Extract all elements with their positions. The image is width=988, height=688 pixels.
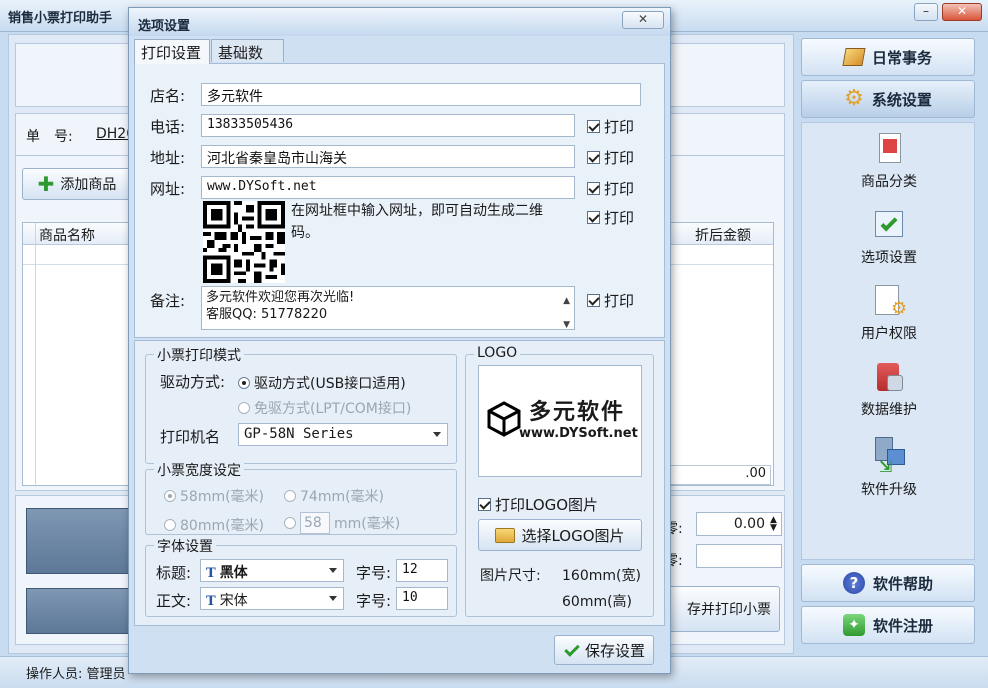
body-size-input[interactable]: 10 — [396, 587, 448, 610]
main-close-button[interactable]: ✕ — [942, 3, 982, 21]
notebook-icon — [842, 48, 866, 66]
operator-info: 操作人员: 管理员 — [26, 667, 126, 682]
printer-name-label: 打印机名 — [160, 428, 221, 446]
body-font-select[interactable]: T 宋体 — [200, 587, 344, 610]
phone-input[interactable]: 13833505436 — [201, 114, 575, 137]
dialog-title-bar: 选项设置 ✕ — [129, 8, 670, 36]
data-maintenance-icon — [871, 359, 907, 395]
choose-logo-button[interactable]: 选择LOGO图片 — [478, 519, 642, 551]
print-logo-checkbox[interactable]: 打印LOGO图片 — [478, 494, 598, 515]
width-58-radio[interactable]: 58mm(毫米) — [164, 486, 264, 506]
folder-icon — [495, 527, 516, 543]
discount-spinner-icon[interactable]: ▲ ▼ — [770, 516, 777, 533]
change-display — [26, 588, 136, 634]
printer-select[interactable]: GP-58N Series — [238, 423, 448, 446]
website-input[interactable]: www.DYSoft.net — [201, 176, 575, 199]
custom-width-input[interactable]: 58 — [300, 512, 330, 534]
title-font-select[interactable]: T 黑体 — [200, 559, 344, 582]
store-name-label: 店名: — [150, 87, 186, 105]
print-note-checkbox[interactable]: 打印 — [587, 290, 634, 311]
note-textarea[interactable]: 多元软件欢迎您再次光临! 客服QQ: 51778220 ▲ ▼ — [201, 286, 575, 330]
driverless-mode-radio[interactable]: 免驱方式(LPT/COM接口) — [238, 398, 411, 418]
gear-icon: ⚙ — [844, 86, 864, 111]
help-icon: ? — [842, 572, 865, 594]
change-input[interactable] — [696, 544, 782, 568]
chevron-down-icon — [329, 568, 337, 573]
total-display — [26, 508, 136, 574]
help-button[interactable]: ? 软件帮助 — [801, 564, 975, 602]
options-item[interactable]: 选项设置 — [802, 207, 976, 267]
website-label: 网址: — [150, 180, 186, 198]
order-number-label: 单 号: — [26, 129, 73, 145]
title-font-label: 标题: — [156, 564, 192, 582]
address-input[interactable]: 河北省秦皇岛市山海关 — [201, 145, 575, 168]
category-item[interactable]: 商品分类 — [802, 131, 976, 191]
logo-preview: 多元软件 www.DYSoft.net — [478, 365, 642, 477]
register-button[interactable]: ✦ 软件注册 — [801, 606, 975, 644]
note-scroll-icon[interactable]: ▲ ▼ — [563, 289, 570, 337]
qr-code-image — [203, 201, 285, 283]
print-address-checkbox[interactable]: 打印 — [587, 147, 634, 168]
font-settings-group: 字体设置 标题: T 黑体 字号: 12 正文: T 宋体 字号: 10 — [145, 536, 457, 617]
driver-mode-radio[interactable]: 驱动方式(USB接口适用) — [238, 373, 406, 393]
daily-tasks-button[interactable]: 日常事务 — [801, 38, 975, 76]
register-icon: ✦ — [842, 614, 865, 636]
chevron-down-icon — [433, 432, 441, 437]
dialog-title: 选项设置 — [138, 19, 191, 34]
save-and-print-button[interactable]: 存并打印小票 — [664, 586, 780, 632]
app-title: 销售小票打印助手 — [8, 11, 113, 26]
truetype-icon: T — [206, 566, 216, 581]
options-icon — [871, 207, 907, 243]
cube-logo-icon — [487, 401, 521, 437]
logo-size-label: 图片尺寸: — [480, 568, 541, 584]
truetype-icon: T — [206, 594, 216, 609]
logo-text-en: www.DYSoft.net — [519, 426, 638, 441]
width-74-radio[interactable]: 74mm(毫米) — [284, 486, 384, 506]
upgrade-icon: ⇲ — [871, 435, 907, 476]
category-icon — [871, 131, 907, 167]
phone-label: 电话: — [150, 118, 186, 136]
logo-group: LOGO 多元软件 www.DYSoft.net 打印LOGO图片 选择LOGO… — [465, 345, 654, 617]
column-header-amount: 折后金额 — [695, 228, 751, 244]
width-custom-radio[interactable]: 58 mm(毫米) — [284, 512, 400, 534]
side-menu: 日常事务 ⚙ 系统设置 商品分类 选项设置 ⚙ 用户权限 数据维护 ⇲ 软件升级… — [797, 34, 979, 654]
driver-mode-label: 驱动方式: — [160, 373, 226, 391]
print-website-checkbox[interactable]: 打印 — [587, 178, 634, 199]
print-qr-checkbox[interactable]: 打印 — [587, 207, 634, 228]
settings-submenu: 商品分类 选项设置 ⚙ 用户权限 数据维护 ⇲ 软件升级 — [801, 122, 975, 560]
system-settings-button[interactable]: ⚙ 系统设置 — [801, 80, 975, 118]
user-permission-icon: ⚙ — [871, 283, 907, 319]
add-icon: ✚ — [37, 172, 55, 196]
data-maintenance-item[interactable]: 数据维护 — [802, 359, 976, 419]
qr-hint-text: 在网址框中输入网址，即可自动生成二维码。 — [291, 203, 543, 241]
check-icon — [563, 642, 579, 658]
address-label: 地址: — [150, 149, 186, 167]
logo-text-cn: 多元软件 — [529, 399, 626, 425]
minimize-button[interactable]: – — [914, 3, 938, 21]
user-permission-item[interactable]: ⚙ 用户权限 — [802, 283, 976, 343]
dialog-close-button[interactable]: ✕ — [622, 11, 664, 29]
chevron-down-icon — [329, 596, 337, 601]
add-product-button[interactable]: ✚ 添加商品 — [22, 168, 132, 200]
save-settings-button[interactable]: 保存设置 — [554, 635, 654, 665]
store-name-input[interactable]: 多元软件 — [201, 83, 641, 106]
title-size-input[interactable]: 12 — [396, 559, 448, 582]
upgrade-item[interactable]: ⇲ 软件升级 — [802, 435, 976, 499]
column-header-name: 商品名称 — [39, 228, 95, 244]
tab-print-settings[interactable]: 打印设置 — [134, 39, 210, 64]
store-info-box: 店名: 多元软件 电话: 13833505436 打印 地址: 河北省秦皇岛市山… — [134, 63, 665, 338]
body-font-label: 正文: — [156, 592, 192, 610]
print-phone-checkbox[interactable]: 打印 — [587, 116, 634, 137]
title-size-label: 字号: — [356, 564, 392, 582]
logo-height-value: 60mm(高) — [562, 594, 633, 610]
print-options-box: 小票打印模式 驱动方式: 驱动方式(USB接口适用) 免驱方式(LPT/COM接… — [134, 340, 665, 626]
print-mode-group: 小票打印模式 驱动方式: 驱动方式(USB接口适用) 免驱方式(LPT/COM接… — [145, 345, 457, 464]
tab-basic-data[interactable]: 基础数据 — [211, 39, 284, 83]
logo-width-value: 160mm(宽) — [562, 568, 641, 584]
body-size-label: 字号: — [356, 592, 392, 610]
width-80-radio[interactable]: 80mm(毫米) — [164, 515, 264, 535]
paper-width-group: 小票宽度设定 58mm(毫米) 74mm(毫米) 80mm(毫米) 58 mm(… — [145, 460, 457, 535]
options-dialog: 选项设置 ✕ 打印设置 基础数据 店名: 多元软件 电话: 1383350543… — [128, 7, 671, 674]
note-label: 备注: — [150, 292, 186, 310]
